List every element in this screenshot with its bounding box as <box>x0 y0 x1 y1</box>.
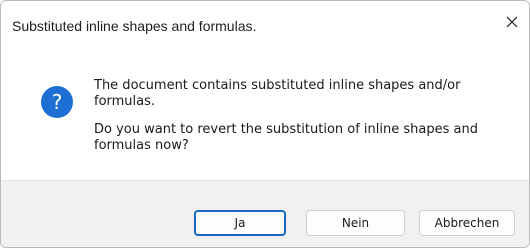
svg-text:?: ? <box>52 90 63 114</box>
dialog-content: ? The document contains substituted inli… <box>1 57 529 180</box>
title-bar: Substituted inline shapes and formulas. <box>1 1 529 57</box>
dialog-window: Substituted inline shapes and formulas. … <box>0 0 530 248</box>
question-icon: ? <box>41 86 73 118</box>
no-button[interactable]: Nein <box>306 210 405 236</box>
dialog-title: Substituted inline shapes and formulas. <box>12 18 257 34</box>
close-icon <box>506 15 518 33</box>
message-line-1: The document contains substituted inline… <box>94 78 461 109</box>
message-line-2: Do you want to revert the substitution o… <box>94 122 478 153</box>
button-bar: Ja Nein Abbrechen <box>1 180 529 247</box>
close-button[interactable] <box>497 9 527 39</box>
cancel-button[interactable]: Abbrechen <box>419 210 515 236</box>
yes-button[interactable]: Ja <box>194 210 286 236</box>
dialog-message: The document contains substituted inline… <box>94 78 514 154</box>
